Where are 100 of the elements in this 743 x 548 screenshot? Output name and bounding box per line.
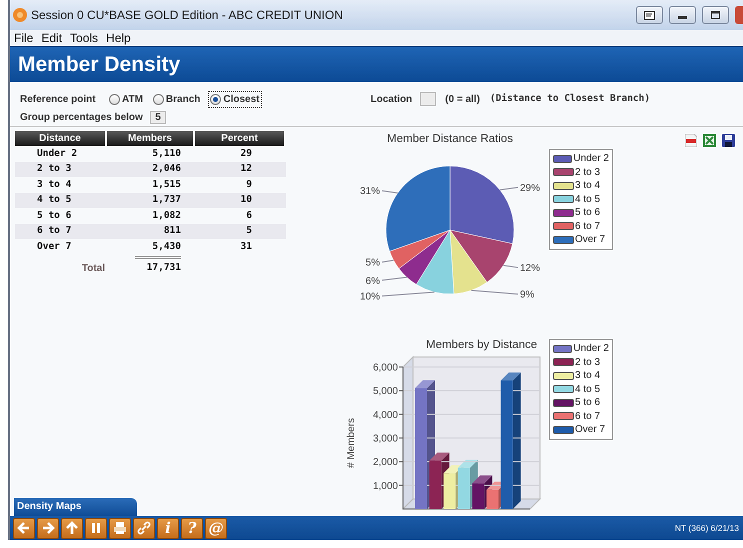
up-button[interactable] — [61, 518, 83, 538]
forward-button[interactable] — [37, 518, 59, 538]
tick-label: 5,000 — [372, 386, 398, 398]
menu-item[interactable]: Edit — [41, 29, 62, 47]
table-cell-text: Over 7 — [36, 240, 72, 254]
table-cell-text: 1,515 — [151, 178, 182, 192]
leader-line — [382, 260, 394, 263]
table-cell-text: 5,430 — [151, 240, 182, 254]
window-title: Session 0 CU*BASE GOLD Edition - ABC CREDIT UNION — [31, 7, 343, 24]
column-header[interactable]: Members — [107, 131, 193, 146]
table-cell-text: 4 to 5 — [36, 193, 72, 208]
save-icon — [722, 134, 735, 147]
legend-swatch — [553, 385, 574, 394]
column-header[interactable]: Percent — [195, 131, 284, 146]
legend-label: Over 7 — [575, 423, 606, 438]
leader-line — [382, 292, 435, 296]
window-icon — [644, 10, 655, 20]
legend-label: 5 to 6 — [575, 396, 600, 410]
data-label: 31% — [360, 186, 380, 198]
hint-text: (0 = all) — [445, 92, 480, 106]
tick-label: 4,000 — [372, 410, 398, 421]
close-button[interactable] — [735, 6, 743, 24]
legend-label: 6 to 7 — [575, 220, 600, 234]
pause-button[interactable] — [85, 518, 107, 538]
pdf-icon — [685, 134, 697, 147]
print-button[interactable] — [109, 518, 131, 538]
legend-label: 5 to 6 — [575, 206, 600, 220]
density-maps-tab[interactable]: Density Maps — [14, 498, 137, 516]
legend-label: 3 to 4 — [575, 369, 600, 384]
leader-line — [499, 186, 518, 190]
bar — [444, 473, 456, 509]
legend-swatch — [553, 372, 574, 380]
legend-swatch — [553, 236, 574, 244]
table-cell-text: 2 to 3 — [36, 162, 72, 176]
legend-swatch — [553, 412, 574, 420]
legend-swatch — [553, 208, 574, 217]
legend-swatch — [553, 154, 572, 163]
table-cell-text: 9 — [245, 178, 253, 192]
data-label: 9% — [520, 290, 534, 301]
legend-label: 3 to 4 — [575, 179, 600, 194]
table-cell-text: 12 — [240, 162, 253, 176]
data-label: 12% — [520, 263, 540, 274]
legend-label: 6 to 7 — [575, 410, 600, 424]
legend-label: 4 to 5 — [575, 382, 600, 397]
percentage-field[interactable]: 5 — [150, 110, 166, 124]
radio-option[interactable]: ATM — [107, 90, 145, 108]
maximize-icon — [711, 11, 720, 19]
radio-option[interactable]: Branch — [150, 90, 202, 108]
legend-label: 4 to 5 — [575, 192, 600, 207]
data-label: 6% — [366, 276, 380, 287]
minimize-button[interactable] — [669, 6, 696, 24]
tick-label: 1,000 — [372, 480, 398, 492]
legend-label: Under 2 — [573, 152, 609, 166]
table-cell-text: 1,082 — [151, 208, 182, 223]
bar — [472, 483, 484, 509]
legend-swatch — [553, 398, 574, 407]
field-label: Location — [370, 92, 412, 106]
status-text: NT (366) 6/21/13 — [674, 522, 739, 534]
legend-swatch — [553, 195, 574, 204]
radio-option[interactable]: Closest — [208, 90, 262, 108]
table-cell-text: 1,737 — [151, 193, 182, 208]
table-cell-text: 3 to 4 — [36, 178, 72, 192]
maximize-button[interactable] — [702, 6, 729, 24]
location-field[interactable] — [420, 92, 436, 106]
spreadsheet-icon — [703, 134, 716, 147]
legend-swatch — [553, 426, 574, 434]
tick-label: 2,000 — [372, 457, 398, 468]
chart-title: Members by Distance — [425, 338, 538, 353]
axis-title: # Members — [346, 418, 357, 468]
table-cell-text: 5,110 — [151, 146, 182, 161]
bar — [429, 460, 442, 509]
total-label: Total — [80, 262, 105, 276]
legend-swatch — [553, 182, 574, 190]
table-cell-text: 811 — [162, 224, 182, 238]
column-header[interactable]: Distance — [15, 131, 105, 146]
legend-swatch — [553, 344, 572, 353]
data-label: 10% — [360, 291, 380, 302]
up-arrow-icon — [64, 520, 80, 536]
legend-label: Over 7 — [575, 233, 606, 248]
field-label: Group percentages below — [20, 110, 144, 124]
back-button[interactable] — [13, 518, 35, 538]
page-title: Member Density — [18, 52, 180, 78]
table-cell-text: 31 — [240, 240, 253, 254]
total-value: 17,731 — [146, 260, 181, 274]
legend-label: 2 to 3 — [575, 166, 600, 180]
link-button[interactable] — [133, 518, 155, 538]
leader-line — [502, 264, 518, 268]
menu-item[interactable]: Tools — [70, 29, 98, 47]
leader-line — [382, 276, 408, 281]
menu-item[interactable]: Help — [106, 29, 131, 47]
field-label: Reference point — [20, 92, 97, 106]
leader-line — [382, 190, 398, 194]
table-cell-text: 29 — [240, 146, 253, 161]
bar — [486, 490, 498, 509]
menu-item[interactable]: File — [14, 29, 34, 47]
table-cell-text: 5 — [245, 224, 253, 238]
data-label: 5% — [366, 258, 380, 269]
printer-icon — [112, 520, 128, 536]
link-icon — [136, 520, 152, 536]
restore-button[interactable] — [636, 6, 663, 24]
